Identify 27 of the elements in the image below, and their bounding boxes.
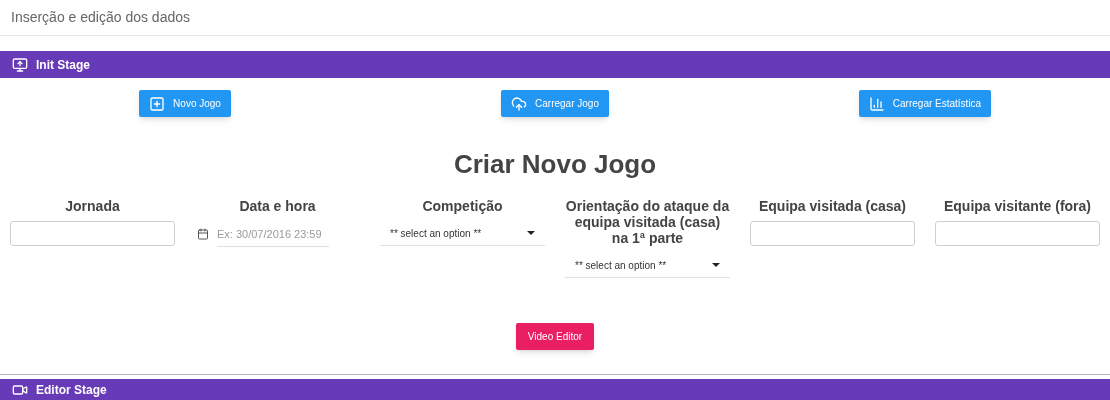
stage-title: Init Stage: [36, 56, 90, 74]
field-label: Equipa visitante (fora): [943, 198, 1092, 214]
field-label: Jornada: [64, 198, 121, 214]
form-title: Criar Novo Jogo: [453, 148, 657, 181]
field-label: Equipa visitada (casa): [757, 198, 908, 214]
calendar-icon: [197, 228, 209, 240]
monitor-icon: [12, 56, 28, 73]
date-field[interactable]: Ex: 30/07/2016 23:59: [217, 221, 329, 247]
field-label: Orientação do ataque da equipa visitada (casa) na 1ª parte: [565, 198, 730, 246]
field-label: Competição: [421, 198, 504, 214]
page-title: Inserção e edição dos dados: [11, 8, 190, 28]
action-button[interactable]: Novo Jogo: [139, 90, 231, 117]
bar-chart-icon: [868, 95, 885, 112]
field-label: Data e hora: [238, 198, 317, 214]
stage-title: Editor Stage: [36, 381, 107, 399]
text-field[interactable]: [935, 221, 1100, 246]
dropdown-caret-icon: [527, 231, 535, 235]
select-dropdown[interactable]: ** select an option **: [565, 253, 730, 278]
text-field[interactable]: [10, 221, 175, 246]
text-field[interactable]: [750, 221, 915, 246]
action-button[interactable]: Carregar Estatística: [858, 90, 992, 117]
select-dropdown[interactable]: ** select an option **: [380, 221, 545, 246]
action-button[interactable]: Carregar Jogo: [501, 90, 609, 117]
plus-icon: [149, 95, 166, 112]
dropdown-caret-icon: [712, 263, 720, 267]
cloud-upload-icon: [511, 95, 528, 112]
video-editor-button[interactable]: Video Editor: [515, 323, 595, 350]
